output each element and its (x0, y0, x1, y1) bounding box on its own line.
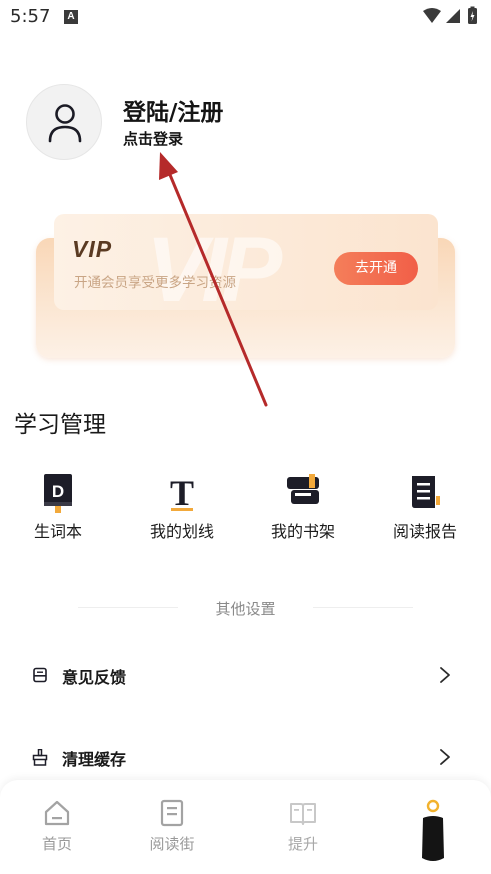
clean-cache-icon (32, 749, 48, 766)
avatar[interactable] (26, 84, 102, 160)
wifi-icon (423, 8, 441, 23)
status-icons (423, 6, 477, 24)
vocabulary-book-icon: D (38, 466, 78, 518)
chevron-right-icon (440, 749, 450, 765)
open-book-icon (288, 798, 318, 828)
underline-t-icon: T (162, 466, 202, 518)
vip-card[interactable]: VIP VIP 开通会员享受更多学习资源 去开通 (36, 214, 455, 358)
divider-line-right (313, 607, 413, 608)
tab-profile[interactable] (393, 798, 473, 866)
reading-report-icon (405, 466, 445, 518)
menu-item-reading-report[interactable]: 阅读报告 (364, 466, 486, 542)
feedback-row[interactable]: 意见反馈 (0, 650, 491, 700)
status-time: 5:57 (10, 6, 51, 27)
reading-street-icon (157, 798, 187, 828)
feedback-icon (33, 667, 47, 683)
a-notification-icon: A (64, 10, 78, 24)
menu-item-label: 我的书架 (270, 522, 335, 541)
status-bar: 5:57 A (0, 0, 491, 34)
vip-watermark: VIP (146, 219, 282, 310)
section-title-learning: 学习管理 (14, 412, 106, 438)
tab-label: 阅读街 (149, 835, 195, 853)
home-icon (42, 798, 72, 828)
clean-cache-row[interactable]: 清理缓存 (0, 732, 491, 782)
menu-item-underline[interactable]: T 我的划线 (121, 466, 243, 542)
vip-description: 开通会员享受更多学习资源 (74, 275, 236, 291)
tab-label: 首页 (41, 835, 72, 853)
vip-logo: VIP (72, 236, 113, 262)
learning-menu: D 生词本 T 我的划线 我的书架 阅读报告 (0, 466, 491, 566)
chevron-right-icon (440, 667, 450, 683)
feedback-label: 意见反馈 (62, 668, 127, 687)
vip-card-front: VIP VIP 开通会员享受更多学习资源 去开通 (54, 214, 438, 310)
clean-cache-label: 清理缓存 (62, 750, 127, 769)
vip-open-button[interactable]: 去开通 (334, 252, 418, 285)
bookshelf-icon (283, 466, 323, 518)
tab-improve[interactable]: 提升 (263, 798, 343, 854)
menu-item-label: 生词本 (33, 522, 82, 541)
tab-home[interactable]: 首页 (17, 798, 97, 854)
login-title[interactable]: 登陆/注册 (123, 93, 223, 127)
tab-label: 提升 (287, 835, 318, 853)
user-icon (48, 104, 82, 143)
signal-icon (446, 9, 460, 23)
svg-text:T: T (170, 473, 194, 513)
profile-tab-icon (418, 798, 448, 866)
tab-reading-street[interactable]: 阅读街 (132, 798, 212, 854)
menu-item-vocabulary[interactable]: D 生词本 (0, 466, 119, 542)
other-settings-label: 其他设置 (215, 600, 276, 618)
menu-item-bookshelf[interactable]: 我的书架 (242, 466, 364, 542)
menu-item-label: 我的划线 (149, 522, 214, 541)
svg-text:D: D (52, 482, 64, 501)
bottom-tab-bar: 首页 阅读街 提升 (0, 780, 491, 874)
other-settings-divider: 其他设置 (78, 596, 413, 620)
menu-item-label: 阅读报告 (392, 522, 457, 541)
login-subtitle[interactable]: 点击登录 (123, 128, 183, 149)
